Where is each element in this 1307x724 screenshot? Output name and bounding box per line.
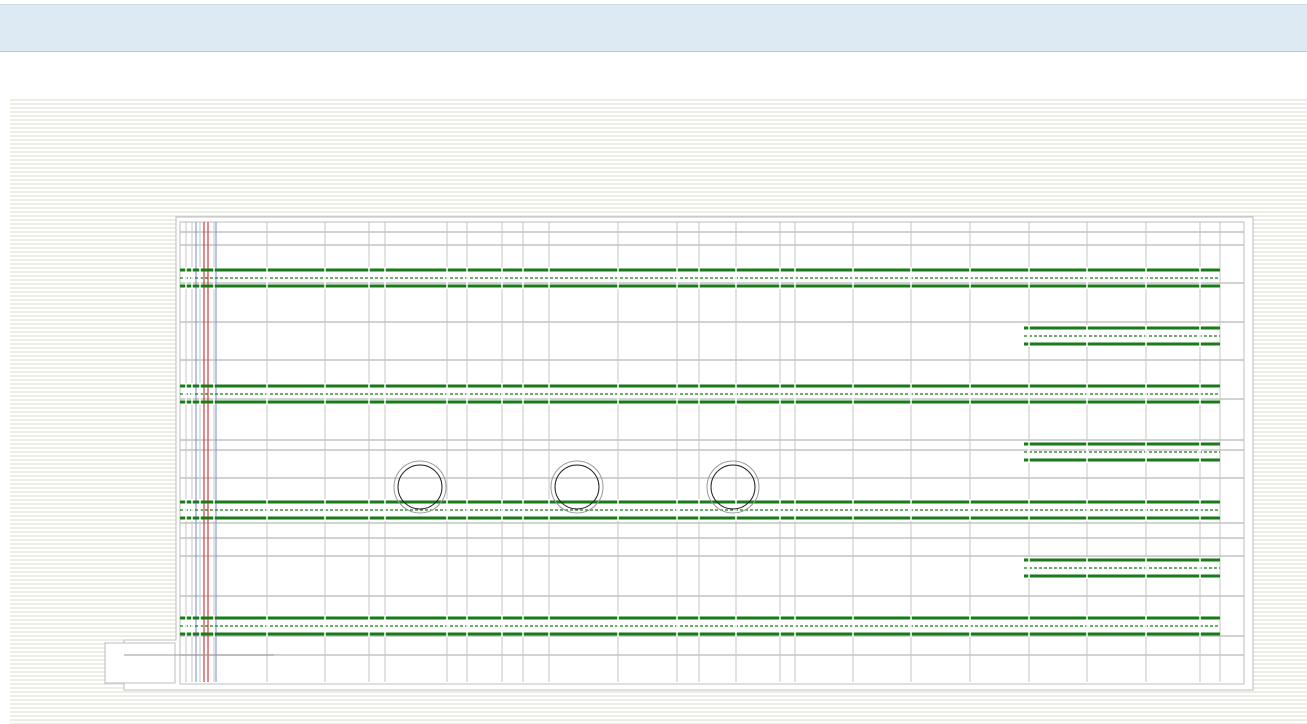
drawing-canvas[interactable] xyxy=(0,53,1307,724)
top-toolbar xyxy=(0,4,1307,52)
slab-step xyxy=(104,642,176,684)
plan-drawing[interactable] xyxy=(0,53,1307,724)
